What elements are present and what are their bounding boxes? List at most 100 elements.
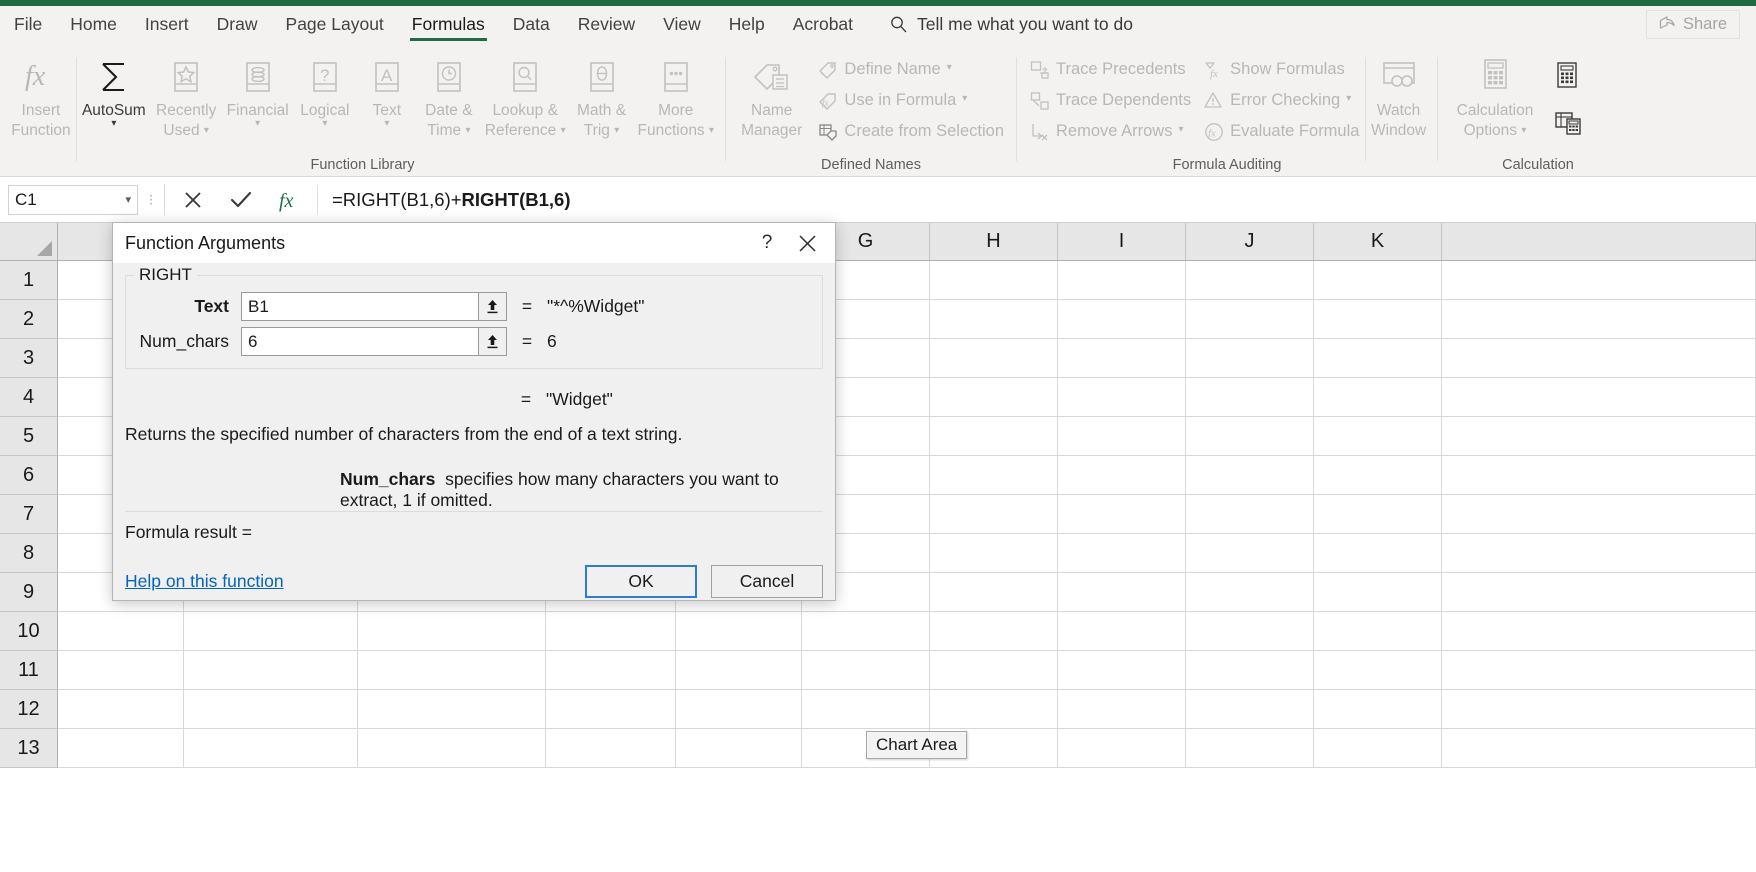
grid-cell[interactable] [1314, 495, 1442, 534]
grid-cell[interactable] [1186, 339, 1314, 378]
tab-data[interactable]: Data [499, 6, 564, 43]
row-header-1[interactable]: 1 [0, 261, 58, 300]
ok-button[interactable]: OK [585, 565, 697, 598]
chevron-down-icon[interactable]: ▾ [322, 119, 327, 129]
row-header-10[interactable]: 10 [0, 612, 58, 651]
row-header-5[interactable]: 5 [0, 417, 58, 456]
grid-cell[interactable] [1058, 690, 1186, 729]
grid-cell[interactable] [1442, 534, 1756, 573]
evaluate-formula-button[interactable]: fx Evaluate Formula [1197, 116, 1365, 147]
calculate-sheet-button[interactable] [1546, 108, 1590, 141]
grid-cell[interactable] [1058, 495, 1186, 534]
row-header-2[interactable]: 2 [0, 300, 58, 339]
column-header-l[interactable] [1442, 223, 1756, 260]
grid-cell[interactable] [930, 651, 1058, 690]
grid-cell[interactable] [802, 612, 930, 651]
tab-review[interactable]: Review [564, 6, 649, 43]
grid-cell[interactable] [546, 690, 676, 729]
grid-cell[interactable] [358, 651, 546, 690]
grid-cell[interactable] [1058, 651, 1186, 690]
grid-cell[interactable] [184, 612, 358, 651]
tab-page-layout[interactable]: Page Layout [272, 6, 398, 43]
grid-cell[interactable] [1314, 300, 1442, 339]
row-header-4[interactable]: 4 [0, 378, 58, 417]
grid-cell[interactable] [930, 261, 1058, 300]
lookup-reference-button[interactable]: Lookup & Reference ▾ [480, 49, 571, 142]
insert-function-button[interactable]: fx Insert Function [6, 49, 76, 142]
grid-cell[interactable] [1314, 417, 1442, 456]
remove-arrows-button[interactable]: Remove Arrows ▾ [1023, 116, 1197, 147]
grid-cell[interactable] [1058, 339, 1186, 378]
tab-home[interactable]: Home [56, 6, 131, 43]
grid-cell[interactable] [1442, 378, 1756, 417]
watch-window-button[interactable]: Watch Window [1366, 49, 1431, 142]
grid-cell[interactable] [1314, 651, 1442, 690]
tab-view[interactable]: View [649, 6, 715, 43]
grid-cell[interactable] [1314, 456, 1442, 495]
grid-cell[interactable] [1186, 495, 1314, 534]
grid-cell[interactable] [930, 612, 1058, 651]
chevron-down-icon[interactable]: ▾ [1346, 93, 1351, 104]
chevron-down-icon[interactable]: ▾ [947, 62, 952, 73]
grid-cell[interactable] [1186, 651, 1314, 690]
collapse-dialog-icon-num-chars[interactable] [479, 327, 507, 356]
trace-precedents-button[interactable]: Trace Precedents [1023, 54, 1197, 85]
chevron-down-icon[interactable]: ▾ [384, 119, 389, 129]
tab-file[interactable]: File [0, 6, 56, 43]
chevron-down-icon[interactable]: ▾ [1178, 124, 1183, 135]
name-manager-button[interactable]: Name Manager [732, 49, 811, 142]
formula-input[interactable]: =RIGHT(B1,6)+ RIGHT(B1,6) [317, 184, 1756, 215]
grid-cell[interactable] [546, 612, 676, 651]
grid-cell[interactable] [1058, 729, 1186, 768]
grid-cell[interactable] [1058, 456, 1186, 495]
grid-cell[interactable] [1442, 729, 1756, 768]
tab-draw[interactable]: Draw [203, 6, 272, 43]
chevron-down-icon[interactable]: ▾ [1521, 125, 1526, 136]
grid-cell[interactable] [1314, 690, 1442, 729]
cancel-x-icon[interactable] [169, 184, 217, 216]
row-header-6[interactable]: 6 [0, 456, 58, 495]
row-header-7[interactable]: 7 [0, 495, 58, 534]
grid-cell[interactable] [1058, 378, 1186, 417]
grid-cell[interactable] [1442, 690, 1756, 729]
error-checking-button[interactable]: Error Checking ▾ [1197, 85, 1365, 116]
grid-cell[interactable] [1058, 534, 1186, 573]
grid-cell[interactable] [1442, 456, 1756, 495]
formula-bar-handle[interactable]: · · · [138, 187, 164, 211]
grid-cell[interactable] [1314, 261, 1442, 300]
grid-cell[interactable] [358, 729, 546, 768]
autosum-button[interactable]: AutoSum ▾ [77, 49, 151, 131]
define-name-button[interactable]: Define Name ▾ [811, 54, 1010, 85]
use-in-formula-button[interactable]: fx Use in Formula ▾ [811, 85, 1010, 116]
grid-cell[interactable] [1058, 417, 1186, 456]
select-all-corner[interactable] [0, 223, 58, 260]
share-button[interactable]: Share [1645, 10, 1740, 39]
chevron-down-icon[interactable]: ▾ [561, 125, 566, 136]
collapse-dialog-icon-text[interactable] [479, 292, 507, 321]
grid-cell[interactable] [1442, 300, 1756, 339]
chevron-down-icon[interactable]: ▾ [962, 93, 967, 104]
chevron-down-icon[interactable]: ▾ [125, 193, 131, 206]
arg-input-num-chars[interactable]: 6 [241, 327, 479, 356]
grid-cell[interactable] [1314, 612, 1442, 651]
grid-cell[interactable] [1186, 417, 1314, 456]
tab-help[interactable]: Help [715, 6, 779, 43]
close-icon[interactable] [787, 223, 827, 263]
row-header-3[interactable]: 3 [0, 339, 58, 378]
grid-cell[interactable] [58, 690, 184, 729]
calculate-now-button[interactable] [1546, 61, 1590, 94]
grid-cell[interactable] [930, 456, 1058, 495]
column-header-i[interactable]: I [1058, 223, 1186, 260]
grid-cell[interactable] [1186, 690, 1314, 729]
grid-cell[interactable] [1442, 417, 1756, 456]
name-box[interactable]: C1 ▾ [8, 184, 138, 215]
chevron-down-icon[interactable]: ▾ [709, 125, 714, 136]
row-header-11[interactable]: 11 [0, 651, 58, 690]
column-header-j[interactable]: J [1186, 223, 1314, 260]
column-header-h[interactable]: H [930, 223, 1058, 260]
grid-cell[interactable] [1186, 300, 1314, 339]
grid-cell[interactable] [676, 729, 802, 768]
grid-cell[interactable] [802, 651, 930, 690]
chevron-down-icon[interactable]: ▾ [111, 119, 116, 129]
tell-me-search[interactable]: Tell me what you want to do [889, 14, 1133, 35]
